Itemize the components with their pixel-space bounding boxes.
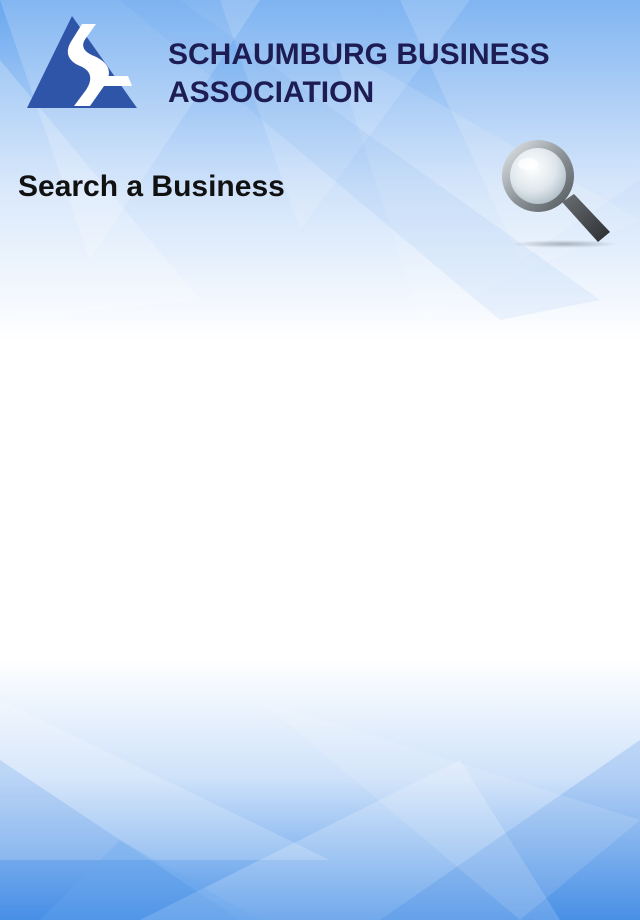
search-section: Search a Business [0, 130, 640, 260]
organization-name: SCHAUMBURG BUSINESS ASSOCIATION [168, 36, 608, 112]
sba-logo-icon [27, 16, 137, 108]
app-header: SCHAUMBURG BUSINESS ASSOCIATION [0, 0, 640, 130]
search-button[interactable] [498, 136, 618, 252]
org-name-line-1: SCHAUMBURG BUSINESS [168, 38, 550, 71]
magnifier-icon [502, 140, 618, 248]
org-name-line-2: ASSOCIATION [168, 76, 375, 109]
page-title: Search a Business [18, 170, 285, 203]
